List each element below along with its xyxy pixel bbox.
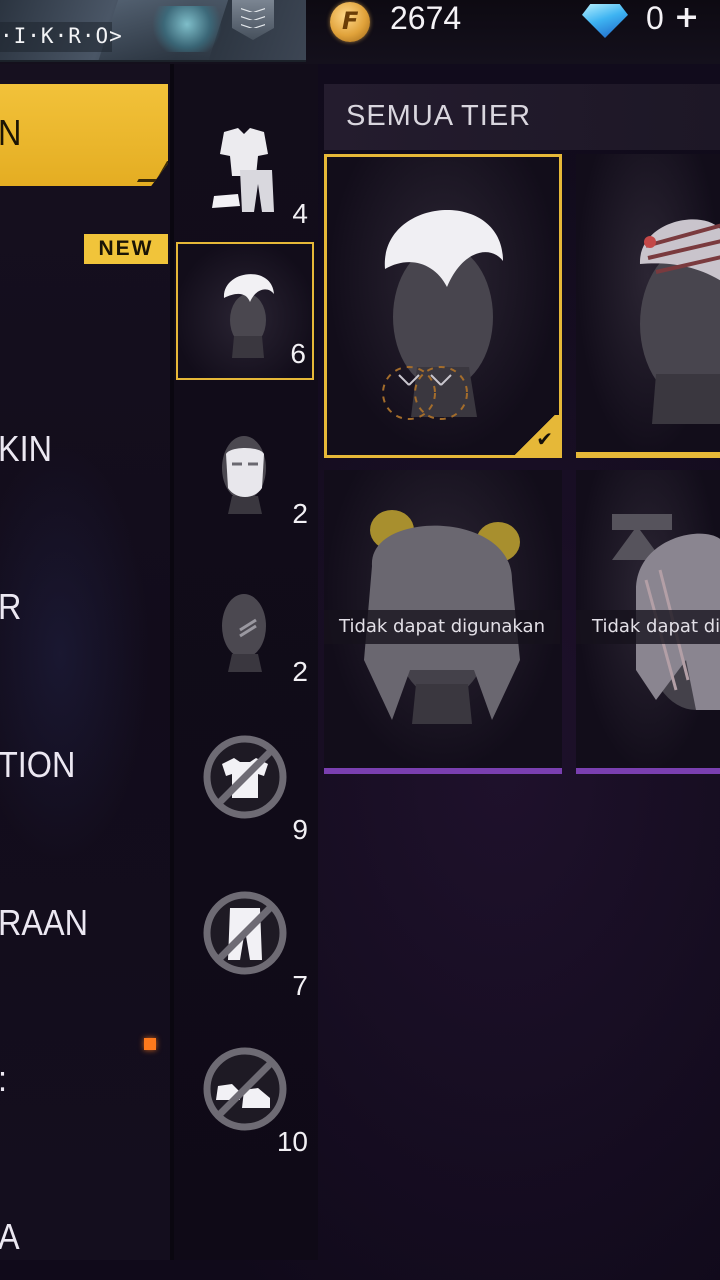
category-tab-e[interactable]: : [0,1058,7,1100]
unusable-label: Tidak dapat di [576,610,720,644]
top-bar: ·I·K·R·O> 2674 0 + [0,0,720,64]
rarity-bar-purple [324,768,562,774]
category-tab-label: N [0,112,22,153]
slot-count: 6 [290,338,306,369]
rarity-bar-purple [576,768,720,774]
item-card-bear-ears-hair[interactable]: Tidak dapat digunakan [324,470,562,774]
slot-top[interactable]: 9 [176,716,314,854]
slot-count: 9 [292,814,308,845]
equipment-slot-column: 4 6 2 2 9 7 10 [174,64,318,1260]
slot-count: 4 [292,198,308,229]
diamond-balance: 0 [646,0,664,36]
slot-count: 2 [292,656,308,687]
equipped-check-icon: ✔ [511,415,559,455]
white-hair-preview [382,210,503,420]
category-tab-r[interactable]: R [0,586,21,628]
tier-filter-label: SEMUA TIER [346,100,532,132]
slot-count: 2 [292,498,308,529]
slot-count: 10 [276,1126,308,1157]
diamond-icon [582,4,628,38]
profile-banner[interactable]: ·I·K·R·O> [0,0,306,62]
player-nickname: ·I·K·R·O> [0,24,123,48]
gold-coin-icon [330,2,370,42]
no-shoes-icon [203,1047,287,1131]
slot-shoes[interactable]: 10 [176,1028,314,1166]
slot-mask[interactable]: 2 [176,400,314,538]
slot-outfit[interactable]: 4 [176,100,314,238]
category-tab-raan[interactable]: RAAN [0,902,88,944]
notification-dot [144,1038,156,1050]
mask-icon [222,436,266,514]
tier-filter-dropdown[interactable]: SEMUA TIER [324,84,720,150]
no-top-icon [203,735,287,819]
new-badge: NEW [84,234,168,264]
striped-hair-preview [639,219,720,424]
category-tab-tion[interactable]: TION [0,744,75,786]
hair-icon [223,274,274,358]
no-pants-icon [203,891,287,975]
coin-balance: 2674 [390,0,462,36]
slot-hair[interactable]: 6 [176,242,314,380]
unusable-label: Tidak dapat digunakan [324,610,560,644]
slot-count: 7 [292,970,308,1001]
item-card-long-hair[interactable]: Tidak dapat di [576,470,720,774]
category-tab-skin[interactable]: KIN [0,428,52,470]
slot-pants[interactable]: 7 [176,872,314,1010]
inventory-screen: ·I·K·R·O> 2674 0 + N NEW KIN R TION RAAN… [0,0,720,1280]
slot-face-paint[interactable]: 2 [176,558,314,696]
outfit-icon [212,128,274,212]
item-card-white-hair[interactable]: ✔ [324,154,562,458]
topup-plus-button[interactable]: + [674,0,699,35]
rarity-bar-gold [576,452,720,458]
category-tab-active[interactable] [0,84,168,186]
rank-badge-icon [232,0,274,40]
item-card-striped-hair[interactable] [576,154,720,458]
category-tab-a[interactable]: A [0,1216,20,1258]
face-paint-icon [222,594,266,672]
